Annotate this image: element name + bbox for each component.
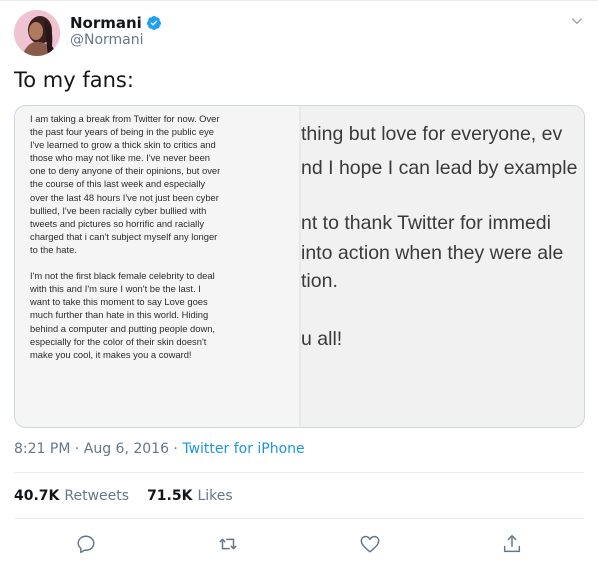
likes-stat[interactable]: 71.5K Likes — [147, 488, 233, 504]
media-left-text: I am taking a break from Twitter for now… — [30, 113, 221, 360]
retweets-count: 40.7K — [14, 488, 60, 504]
timestamp[interactable]: 8:21 PM · Aug 6, 2016 — [14, 441, 169, 457]
source-link[interactable]: Twitter for iPhone — [182, 441, 304, 457]
user-handle[interactable]: @Normani — [70, 32, 144, 48]
media-image-right[interactable]: thing but love for everyone, ev nd I hop… — [301, 106, 584, 427]
retweets-label: Retweets — [64, 488, 130, 504]
media-right-line: nt to thank Twitter for immedi — [301, 212, 551, 234]
top-border — [0, 0, 598, 1]
tweet-meta: 8:21 PM · Aug 6, 2016 · Twitter for iPho… — [14, 441, 305, 457]
name-row: Normani — [70, 14, 162, 32]
media-image-left[interactable]: I am taking a break from Twitter for now… — [15, 106, 299, 427]
meta-separator: · — [168, 441, 183, 457]
divider — [14, 472, 584, 473]
media-right-line: u all! — [301, 328, 343, 350]
verified-badge-icon — [146, 16, 161, 30]
tweet-media[interactable]: I am taking a break from Twitter for now… — [14, 105, 585, 428]
heart-icon[interactable] — [359, 533, 381, 555]
share-icon[interactable] — [501, 533, 523, 555]
tweet-actions — [0, 533, 598, 555]
reply-icon[interactable] — [75, 533, 97, 555]
tweet-header: Normani @Normani — [14, 10, 584, 58]
tweet-stats: 40.7K Retweets 71.5K Likes — [14, 488, 251, 504]
media-right-line: nd I hope I can lead by example — [301, 157, 578, 179]
tweet-text: To my fans: — [14, 68, 134, 92]
avatar[interactable] — [14, 10, 60, 56]
media-right-line: thing but love for everyone, ev — [301, 123, 563, 145]
media-right-line: into action when they were ale — [301, 242, 564, 264]
media-right-line: tion. — [301, 270, 338, 292]
chevron-down-icon[interactable] — [570, 14, 584, 28]
retweets-stat[interactable]: 40.7K Retweets — [14, 488, 129, 504]
likes-count: 71.5K — [147, 488, 193, 504]
retweet-icon[interactable] — [217, 533, 239, 555]
likes-label: Likes — [197, 488, 233, 504]
divider — [14, 518, 584, 519]
display-name[interactable]: Normani — [70, 14, 142, 32]
